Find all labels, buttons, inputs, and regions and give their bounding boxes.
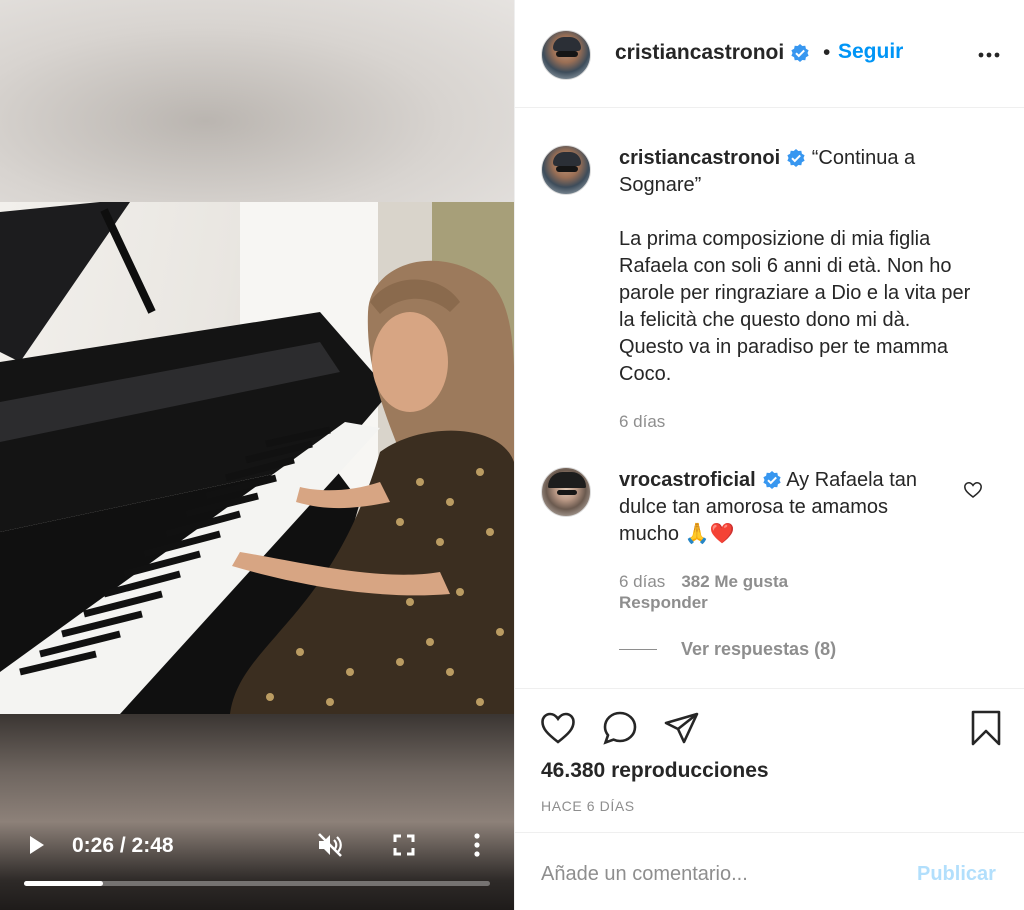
view-replies-button[interactable]: Ver respuestas (8) (619, 639, 836, 660)
post-panel: cristiancastronoi • Seguir cristiancastr… (514, 0, 1024, 910)
more-vertical-icon[interactable] (470, 832, 484, 858)
caption-text: cristiancastronoi “Continua a Sognare” L… (619, 145, 979, 388)
share-icon[interactable] (663, 709, 701, 747)
header-separator: • (823, 41, 831, 64)
video-frame-image (0, 202, 514, 714)
post-header: cristiancastronoi • Seguir (515, 0, 1024, 108)
mute-icon[interactable] (316, 832, 344, 858)
view-replies-line (619, 649, 657, 650)
post-actions: 46.380 reproducciones HACE 6 DÍAS (515, 688, 1024, 831)
time-separator: / (114, 834, 132, 857)
verified-icon (791, 44, 809, 62)
more-horizontal-icon[interactable] (977, 46, 1001, 64)
comment-text: vrocastroficial Ay Rafaela tan dulce tan… (619, 467, 953, 548)
post-date: HACE 6 DÍAS (541, 798, 635, 814)
comment-time: 6 días (619, 572, 666, 591)
verified-icon (787, 149, 805, 167)
fullscreen-icon[interactable] (393, 834, 415, 856)
comment-input[interactable] (541, 859, 901, 889)
publish-button[interactable]: Publicar (917, 863, 996, 886)
comment-likes[interactable]: 382 Me gusta (681, 572, 788, 591)
comments-list[interactable]: cristiancastronoi “Continua a Sognare” L… (515, 109, 1024, 687)
comment-like-heart-icon[interactable] (963, 480, 983, 500)
caption-time: 6 días (619, 412, 666, 431)
video-controls: 0:26 / 2:48 (0, 820, 514, 890)
comment-icon[interactable] (601, 709, 639, 747)
video-progress-fill (24, 881, 104, 886)
video-time: 0:26 / 2:48 (72, 834, 174, 858)
view-replies-label: Ver respuestas (8) (681, 639, 837, 659)
header-username-text: cristiancastronoi (615, 41, 785, 64)
video-blurred-top-area (0, 0, 514, 202)
heart-icon[interactable] (539, 709, 577, 747)
header-username[interactable]: cristiancastronoi (615, 41, 810, 65)
bookmark-icon[interactable] (967, 709, 1005, 747)
comment-username[interactable]: vrocastroficial (619, 469, 756, 491)
caption-username[interactable]: cristiancastronoi (619, 147, 780, 169)
video-progress-bar[interactable] (24, 881, 490, 886)
current-time: 0:26 (72, 834, 115, 857)
play-icon[interactable] (28, 834, 46, 856)
commenter-avatar[interactable] (541, 467, 591, 517)
avatar[interactable] (541, 30, 591, 80)
comment-meta: 6 días 382 Me gusta (619, 572, 788, 592)
verified-icon (763, 471, 781, 489)
duration: 2:48 (131, 834, 174, 857)
video-frame[interactable] (0, 202, 514, 714)
video-player[interactable]: 0:26 / 2:48 (0, 0, 514, 910)
reply-button[interactable]: Responder (619, 593, 708, 613)
follow-button[interactable]: Seguir (838, 40, 903, 64)
caption-body: La prima composizione di mia figlia Rafa… (619, 228, 971, 385)
view-count[interactable]: 46.380 reproducciones (541, 759, 769, 783)
caption-avatar[interactable] (541, 145, 591, 195)
add-comment-section: Publicar (515, 832, 1024, 910)
